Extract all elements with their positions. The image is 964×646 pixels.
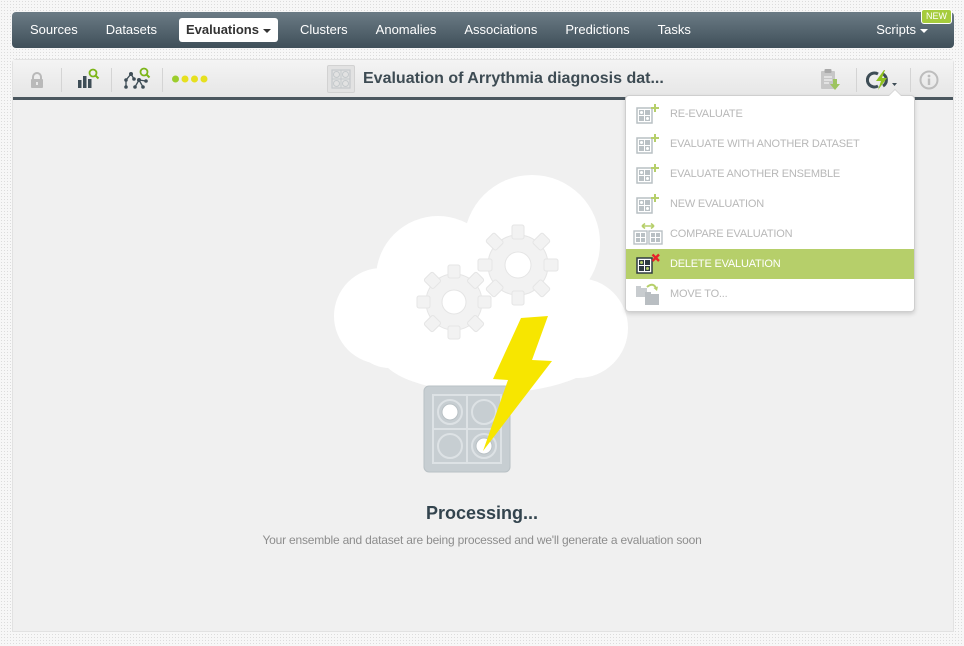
nav-clusters[interactable]: Clusters [292,18,356,42]
menu-item-re-evaluate[interactable]: RE-EVALUATE [626,99,914,129]
evaluation-thumbnail-icon [327,65,355,93]
toolbar-divider [910,68,911,92]
toolbar-divider [61,68,62,92]
menu-item-label: COMPARE EVALUATION [670,228,793,240]
nav-evaluations-label: Evaluations [186,22,259,37]
menu-item-delete-evaluation[interactable]: DELETE EVALUATION [626,249,914,279]
info-icon[interactable] [918,69,940,91]
tree-search-icon[interactable] [121,65,153,93]
nav-associations[interactable]: Associations [456,18,545,42]
actions-dropdown-menu: RE-EVALUATE EVALUATE WITH ANOTHER DATASE… [625,89,915,312]
evaluation-add-icon [626,103,670,125]
status-dots-icon [171,74,211,84]
nav-datasets[interactable]: Datasets [98,18,165,42]
toolbar-divider [856,68,857,92]
page-title: Evaluation of Arrythmia diagnosis dat... [363,70,664,87]
menu-item-move-to[interactable]: MOVE TO... [626,279,914,309]
clipboard-download-icon[interactable] [817,66,843,94]
nav-anomalies[interactable]: Anomalies [368,18,445,42]
processing-cloud-icon [334,175,628,473]
resource-title: Evaluation of Arrythmia diagnosis dat... [327,64,664,94]
processing-subtitle: Your ensemble and dataset are being proc… [262,533,702,547]
chevron-down-icon [262,28,271,33]
processing-title: Processing... [425,503,539,523]
nav-evaluations[interactable]: Evaluations [179,18,278,42]
evaluation-add-icon [626,163,670,185]
menu-item-label: DELETE EVALUATION [670,258,781,270]
top-navigation: Sources Datasets Evaluations Clusters An… [12,9,954,48]
chevron-down-icon [920,28,928,33]
processing-illustration [320,168,640,478]
evaluation-add-icon [626,193,670,215]
nav-predictions[interactable]: Predictions [557,18,637,42]
menu-item-evaluate-another-dataset[interactable]: EVALUATE WITH ANOTHER DATASET [626,129,914,159]
menu-item-label: NEW EVALUATION [670,198,764,210]
menu-item-label: MOVE TO... [670,288,728,300]
menu-item-compare-evaluation[interactable]: COMPARE EVALUATION [626,219,914,249]
new-badge: NEW [921,9,952,24]
menu-item-label: EVALUATE WITH ANOTHER DATASET [670,138,860,150]
menu-item-new-evaluation[interactable]: NEW EVALUATION [626,189,914,219]
nav-tasks[interactable]: Tasks [650,18,699,42]
menu-item-evaluate-another-ensemble[interactable]: EVALUATE ANOTHER ENSEMBLE [626,159,914,189]
menu-item-label: EVALUATE ANOTHER ENSEMBLE [670,168,841,180]
delete-evaluation-icon [626,253,670,275]
toolbar-divider [111,68,112,92]
move-folder-icon [626,282,670,306]
bar-chart-search-icon[interactable] [75,66,101,92]
evaluation-add-icon [626,133,670,155]
nav-scripts-label: Scripts [876,22,916,37]
resource-toolbar: Evaluation of Arrythmia diagnosis dat... [13,60,953,100]
nav-sources[interactable]: Sources [22,18,86,42]
menu-item-label: RE-EVALUATE [670,108,743,120]
toolbar-divider [162,68,163,92]
compare-evaluation-icon [626,222,670,246]
lock-icon[interactable] [27,70,47,90]
